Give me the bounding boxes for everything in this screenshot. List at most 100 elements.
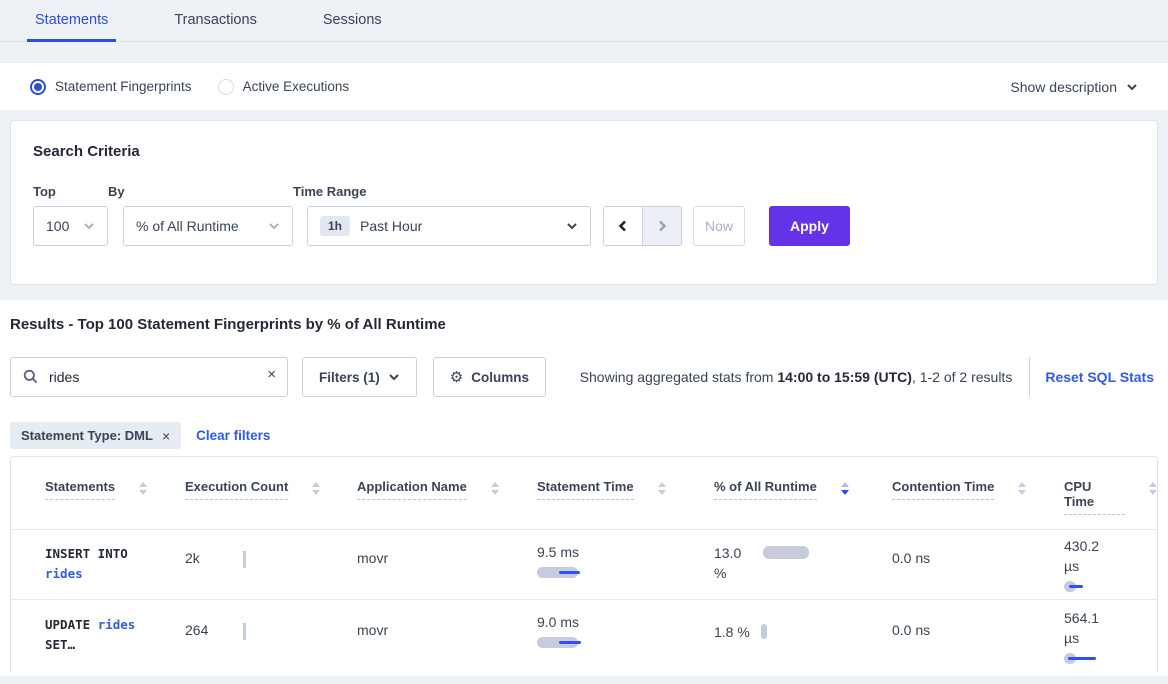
- chevron-down-icon: [1126, 81, 1138, 93]
- sql-text: UPDATE: [45, 617, 98, 632]
- sort-control[interactable]: [139, 482, 147, 495]
- application-name-value: movr: [357, 550, 388, 566]
- clear-filters-link[interactable]: Clear filters: [196, 428, 270, 443]
- contention-time-cell: 0.0 ns: [892, 600, 1064, 672]
- by-field: By % of All Runtime: [108, 184, 293, 246]
- chevron-down-icon: [83, 220, 95, 232]
- previous-interval-button[interactable]: [603, 206, 643, 246]
- execution-count-bar: [243, 623, 246, 640]
- statement-link[interactable]: rides: [45, 566, 83, 581]
- header-execution-count: Execution Count: [185, 479, 357, 529]
- time-range-badge: 1h: [320, 216, 350, 236]
- time-range-select[interactable]: 1h Past Hour: [307, 206, 591, 246]
- sort-control[interactable]: [312, 482, 320, 495]
- tab-transactions[interactable]: Transactions: [166, 0, 264, 42]
- search-input[interactable]: [10, 357, 288, 397]
- execution-count-value: 264: [185, 622, 225, 672]
- show-description-label: Show description: [1010, 79, 1117, 95]
- search-criteria-card: Search Criteria Top 100 By % of All Runt…: [10, 120, 1158, 285]
- tab-sessions[interactable]: Sessions: [315, 0, 390, 42]
- time-range-value: Past Hour: [360, 218, 422, 234]
- column-label[interactable]: Application Name: [357, 479, 467, 500]
- filter-chip-statement-type[interactable]: Statement Type: DML ×: [10, 422, 181, 449]
- header-cpu-time: CPU Time: [1064, 479, 1157, 529]
- column-label[interactable]: Execution Count: [185, 479, 288, 500]
- contention-time-value: 0.0 ns: [892, 622, 930, 638]
- column-label[interactable]: CPU Time: [1064, 479, 1125, 515]
- table-header-row: Statements Execution Count Application N…: [11, 457, 1157, 529]
- search-icon: [23, 369, 38, 384]
- time-range-label: Time Range: [293, 184, 591, 199]
- cpu-time-mean-marker: [1069, 585, 1083, 588]
- radio-statement-fingerprints[interactable]: Statement Fingerprints: [30, 79, 192, 95]
- radio-label: Statement Fingerprints: [55, 79, 192, 94]
- sort-control[interactable]: [1149, 482, 1157, 495]
- chevron-down-icon: [566, 220, 578, 232]
- statement-link[interactable]: rides: [98, 617, 136, 632]
- show-description-toggle[interactable]: Show description: [1010, 79, 1138, 95]
- header-statement-time: Statement Time: [537, 479, 714, 529]
- execution-count-bar: [243, 551, 246, 568]
- cpu-time-value: 564.1 µs: [1064, 608, 1110, 648]
- stats-prefix: Showing aggregated stats from: [580, 369, 778, 385]
- top-field: Top 100: [33, 184, 108, 246]
- statement-row[interactable]: INSERT INTO rides 2k movr 9.5 ms: [11, 529, 1157, 599]
- radio-selected-icon: [30, 79, 46, 95]
- column-label[interactable]: % of All Runtime: [714, 479, 817, 500]
- filter-chip-label: Statement Type: DML: [21, 428, 153, 443]
- statement-row[interactable]: UPDATE rides SET… 264 movr 9.0 ms: [11, 599, 1157, 672]
- sort-control[interactable]: [1018, 482, 1026, 495]
- results-section: Results - Top 100 Statement Fingerprints…: [0, 300, 1168, 676]
- contention-time-cell: 0.0 ns: [892, 530, 1064, 599]
- columns-label: Columns: [471, 370, 529, 385]
- statement-time-mean-marker: [559, 571, 580, 574]
- sort-control[interactable]: [658, 482, 666, 495]
- application-name-cell: movr: [357, 530, 537, 599]
- gear-icon: ⚙: [450, 368, 463, 386]
- sql-text: INSERT INTO: [45, 546, 128, 561]
- sort-control-active-desc[interactable]: [841, 482, 849, 495]
- top-select[interactable]: 100: [33, 206, 108, 246]
- by-value: % of All Runtime: [136, 218, 239, 234]
- filters-button[interactable]: Filters (1): [302, 357, 417, 397]
- aggregation-interval-note: Showing aggregated stats from 14:00 to 1…: [580, 369, 1013, 385]
- columns-button[interactable]: ⚙ Columns: [433, 357, 546, 397]
- top-label: Top: [33, 184, 108, 199]
- now-button[interactable]: Now: [693, 206, 745, 246]
- cpu-time-cell: 564.1 µs: [1064, 600, 1157, 672]
- active-filters-row: Statement Type: DML × Clear filters: [10, 422, 1158, 449]
- runtime-pct-bar: [763, 546, 809, 559]
- execution-count-cell: 2k: [185, 530, 357, 599]
- cpu-time-mean-marker: [1068, 657, 1096, 660]
- cpu-time-value: 430.2 µs: [1064, 536, 1110, 576]
- results-heading: Results - Top 100 Statement Fingerprints…: [10, 316, 1158, 333]
- chevron-left-icon: [616, 219, 630, 233]
- by-select[interactable]: % of All Runtime: [123, 206, 293, 246]
- reset-sql-stats-link[interactable]: Reset SQL Stats: [1045, 369, 1158, 385]
- by-label: By: [108, 184, 293, 199]
- stats-interval: 14:00 to 15:59 (UTC): [777, 369, 912, 385]
- column-label[interactable]: Statement Time: [537, 479, 634, 500]
- stats-count: , 1-2 of 2 results: [912, 369, 1012, 385]
- clear-search-icon[interactable]: ×: [267, 366, 276, 383]
- column-label[interactable]: Contention Time: [892, 479, 994, 500]
- statement-time-value: 9.0 ms: [537, 613, 714, 632]
- statement-fingerprint-cell: INSERT INTO rides: [11, 530, 185, 599]
- time-window-stepper: [603, 206, 682, 246]
- tab-statements[interactable]: Statements: [27, 0, 116, 42]
- runtime-pct-bar: [761, 624, 767, 639]
- remove-filter-icon[interactable]: ×: [162, 428, 170, 444]
- sort-control[interactable]: [491, 482, 499, 495]
- radio-label: Active Executions: [243, 79, 350, 94]
- header-contention-time: Contention Time: [892, 479, 1064, 529]
- statement-time-cell: 9.5 ms: [537, 530, 714, 599]
- statement-fingerprint-cell: UPDATE rides SET…: [11, 600, 185, 672]
- application-name-value: movr: [357, 622, 388, 638]
- top-value: 100: [46, 218, 69, 234]
- apply-button[interactable]: Apply: [769, 206, 850, 246]
- radio-active-executions[interactable]: Active Executions: [218, 79, 350, 95]
- execution-count-value: 2k: [185, 550, 225, 599]
- column-label[interactable]: Statements: [45, 479, 115, 500]
- search-criteria-title: Search Criteria: [33, 143, 1135, 160]
- next-interval-button[interactable]: [642, 206, 682, 246]
